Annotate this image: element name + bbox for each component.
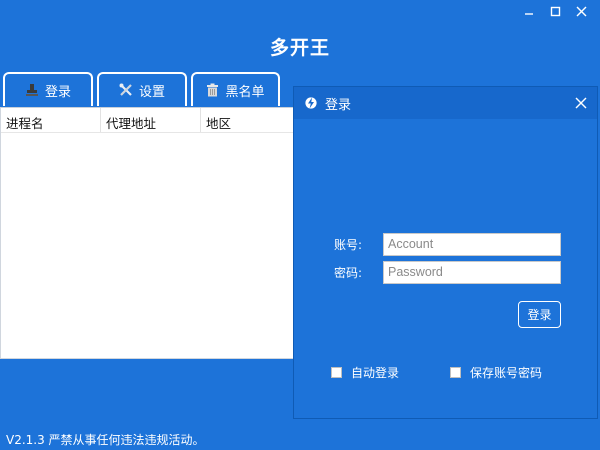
password-label: 密码:	[334, 265, 363, 280]
account-label: 账号:	[334, 237, 363, 252]
auto-login-checkbox[interactable]: 自动登录	[331, 364, 399, 381]
dialog-titlebar[interactable]: 登录	[294, 87, 597, 119]
login-dialog: 登录 账号: 密码: 登录 自动登录 保存账号密码	[293, 86, 598, 419]
remember-password-checkbox[interactable]: 保存账号密码	[450, 364, 542, 381]
auto-login-label: 自动登录	[351, 366, 400, 380]
password-input[interactable]	[383, 260, 561, 284]
tab-blacklist-label: 黑名单	[225, 84, 265, 100]
tab-settings[interactable]: 设置	[97, 72, 187, 106]
column-header-process[interactable]: 进程名	[1, 108, 101, 132]
auto-login-checkbox-box[interactable]	[331, 367, 342, 378]
dialog-close-icon[interactable]	[573, 95, 589, 111]
version-footer: V2.1.3 严禁从事任何违法违规活动。	[6, 433, 205, 447]
process-table: 进程名 代理地址 地区	[0, 107, 300, 359]
column-header-region[interactable]: 地区	[201, 108, 299, 132]
column-header-proxy[interactable]: 代理地址	[101, 108, 201, 132]
window-controls	[516, 2, 594, 20]
table-header: 进程名 代理地址 地区	[1, 108, 299, 133]
login-button[interactable]: 登录	[518, 301, 561, 328]
stamp-icon	[25, 83, 39, 97]
account-input[interactable]	[383, 232, 561, 256]
tab-login[interactable]: 登录	[3, 72, 93, 106]
tab-bar: 登录 设置 黑名单	[3, 72, 280, 106]
tab-settings-label: 设置	[138, 84, 165, 100]
remember-password-label: 保存账号密码	[470, 366, 543, 380]
maximize-icon[interactable]	[542, 2, 568, 20]
dialog-title: 登录	[325, 97, 352, 113]
trash-icon	[206, 83, 219, 97]
app-title: 多开王	[269, 37, 330, 59]
close-icon[interactable]	[568, 2, 594, 20]
lightning-logo-icon	[305, 96, 317, 110]
tools-icon	[119, 83, 133, 97]
remember-password-checkbox-box[interactable]	[450, 367, 461, 378]
tab-blacklist[interactable]: 黑名单	[191, 72, 280, 106]
minimize-icon[interactable]	[516, 2, 542, 20]
tab-login-label: 登录	[44, 84, 71, 100]
